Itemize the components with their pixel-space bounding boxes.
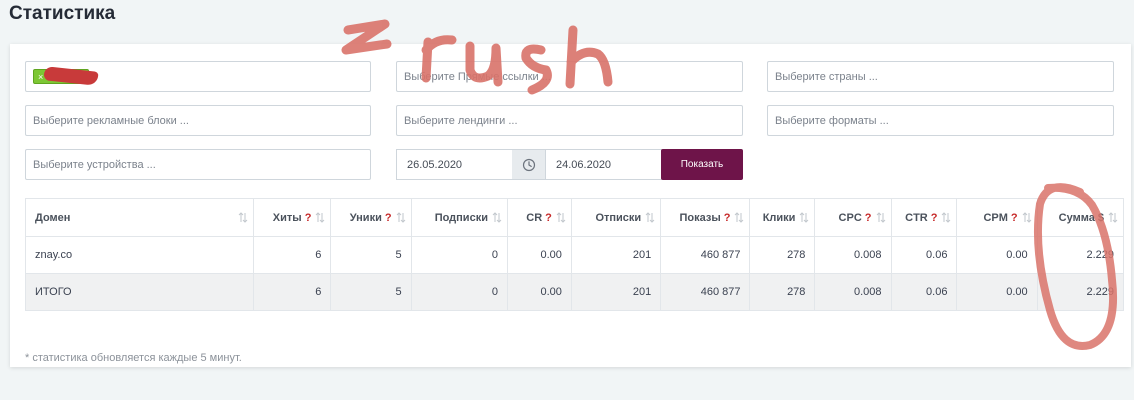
table-cell: 0.008 — [814, 236, 892, 274]
table-cell: 278 — [749, 273, 816, 311]
table-cell: 0.00 — [956, 236, 1038, 274]
column-label: Клики — [762, 211, 796, 224]
column-label: Уники — [349, 211, 382, 224]
devices-select[interactable]: Выберите устройства ... — [25, 149, 371, 180]
column-label: CTR — [905, 211, 928, 224]
table-cell: 0.00 — [506, 273, 572, 311]
page-title: Статистика — [9, 3, 116, 24]
sort-arrows-icon[interactable] — [799, 212, 809, 223]
date-from-input[interactable]: 26.05.2020 — [396, 149, 513, 180]
column-header[interactable]: CR? — [506, 198, 572, 237]
column-header[interactable]: CPM? — [956, 198, 1038, 237]
ad-blocks-select[interactable]: Выберите рекламные блоки ... — [25, 105, 371, 136]
column-label: Показы — [679, 211, 721, 224]
column-header[interactable]: Сумма $ — [1036, 198, 1125, 237]
date-to-input[interactable]: 24.06.2020 — [545, 149, 662, 180]
column-label: Отписки — [595, 211, 642, 224]
sort-arrows-icon[interactable] — [876, 212, 886, 223]
column-header[interactable]: Клики — [749, 198, 816, 237]
table-cell: 0.06 — [890, 236, 958, 274]
site-select[interactable]: × — [25, 61, 371, 92]
table-cell: 0 — [410, 273, 508, 311]
table-cell: 5 — [330, 273, 412, 311]
direct-links-select[interactable]: Выберите Прямые ссылки ... — [396, 61, 743, 92]
column-label: Сумма $ — [1058, 211, 1104, 224]
redaction-scribble — [43, 66, 99, 86]
sort-arrows-icon[interactable] — [941, 212, 951, 223]
sort-arrows-icon[interactable] — [734, 212, 744, 223]
sort-arrows-icon[interactable] — [492, 212, 502, 223]
table-total-row: ИТОГО 6 5 0 0.00 201 460 877 278 0.008 0.06 0.00 2.… — [24, 273, 1125, 311]
sort-arrows-icon[interactable] — [238, 212, 248, 223]
table-header-row: Домен Хиты? Уники? Подписки CR? Отписки Показы… — [24, 198, 1125, 237]
date-range-clock[interactable] — [512, 149, 545, 180]
show-button[interactable]: Показать — [661, 149, 743, 180]
column-label: CPC — [838, 211, 862, 224]
table-cell: 201 — [570, 236, 662, 274]
site-tag-remove-icon[interactable]: × — [38, 72, 43, 82]
help-icon[interactable]: ? — [1011, 212, 1018, 224]
table-cell: 278 — [749, 236, 816, 274]
column-header[interactable]: Показы? — [660, 198, 751, 237]
site-tag[interactable]: × — [33, 66, 99, 86]
help-icon[interactable]: ? — [385, 212, 392, 224]
table-cell: 0 — [410, 236, 508, 274]
sort-arrows-icon[interactable] — [1022, 212, 1032, 223]
column-label: Домен — [35, 211, 71, 224]
column-header[interactable]: CPC? — [814, 198, 892, 237]
table-cell: 6 — [253, 273, 332, 311]
column-header[interactable]: Подписки — [410, 198, 508, 237]
sort-arrows-icon[interactable] — [396, 212, 406, 223]
table-cell: 460 877 — [660, 273, 751, 311]
table-cell: 201 — [570, 273, 662, 311]
column-header[interactable]: CTR? — [890, 198, 958, 237]
sort-arrows-icon[interactable] — [645, 212, 655, 223]
table-cell: 0.008 — [814, 273, 892, 311]
sort-arrows-icon[interactable] — [1108, 212, 1118, 223]
table-cell: 0.00 — [956, 273, 1038, 311]
column-header[interactable]: Домен — [24, 198, 255, 237]
help-icon[interactable]: ? — [931, 212, 938, 224]
countries-select[interactable]: Выберите страны ... — [767, 61, 1114, 92]
statistics-table: Домен Хиты? Уники? Подписки CR? Отписки Показы… — [24, 198, 1125, 311]
statistics-card: × Выберите Прямые ссылки ... Выберите ст… — [10, 44, 1131, 367]
column-label: CPM — [983, 211, 1008, 224]
formats-select[interactable]: Выберите форматы ... — [767, 105, 1114, 136]
sort-arrows-icon[interactable] — [315, 212, 325, 223]
help-icon[interactable]: ? — [545, 212, 552, 224]
table-cell: 0.00 — [506, 236, 572, 274]
column-header[interactable]: Отписки — [570, 198, 662, 237]
column-header[interactable]: Уники? — [330, 198, 412, 237]
table-cell: 2.229 — [1036, 236, 1125, 274]
column-header[interactable]: Хиты? — [253, 198, 332, 237]
table-cell: 2.229 — [1036, 273, 1125, 311]
table-cell: 6 — [253, 236, 332, 274]
table-cell: znay.co — [24, 236, 255, 274]
update-note: * статистика обновляется каждые 5 минут. — [25, 352, 242, 364]
landings-select[interactable]: Выберите лендинги ... — [396, 105, 743, 136]
table-cell: 460 877 — [660, 236, 751, 274]
help-icon[interactable]: ? — [865, 212, 872, 224]
column-label: Хиты — [272, 211, 302, 224]
sort-arrows-icon[interactable] — [556, 212, 566, 223]
table-cell: 5 — [330, 236, 412, 274]
help-icon[interactable]: ? — [724, 212, 731, 224]
table-cell: ИТОГО — [24, 273, 255, 311]
help-icon[interactable]: ? — [305, 212, 312, 224]
clock-icon — [522, 158, 535, 171]
table-cell: 0.06 — [890, 273, 958, 311]
column-label: Подписки — [434, 211, 488, 224]
table-row: znay.co 6 5 0 0.00 201 460 877 278 0.008 0.06 0.00… — [24, 236, 1125, 274]
column-label: CR — [526, 211, 543, 224]
